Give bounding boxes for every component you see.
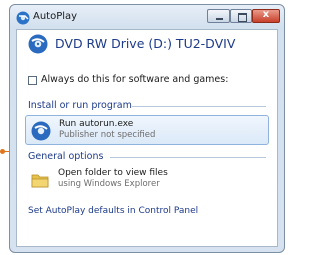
install-section-heading: Install or run program xyxy=(28,100,132,111)
run-program-option[interactable]: Run autorun.exe Publisher not specified xyxy=(25,115,269,145)
run-program-subtitle: Publisher not specified xyxy=(59,130,156,140)
program-icon xyxy=(31,121,51,141)
control-panel-link[interactable]: Set AutoPlay defaults in Control Panel xyxy=(28,206,198,216)
autoplay-window: AutoPlay x DVD RW Drive (D:) TU2-DVIV Al… xyxy=(9,4,285,253)
section-divider xyxy=(132,106,266,107)
minimize-button[interactable] xyxy=(207,9,230,23)
maximize-button[interactable] xyxy=(230,9,252,23)
title-bar[interactable]: AutoPlay x xyxy=(10,5,284,29)
general-section-heading: General options xyxy=(28,151,104,162)
always-do-this-checkbox[interactable] xyxy=(28,76,37,85)
close-icon: x xyxy=(262,9,270,20)
open-folder-subtitle: using Windows Explorer xyxy=(58,179,160,189)
open-folder-option[interactable]: Open folder to view files using Windows … xyxy=(25,165,269,195)
open-folder-title: Open folder to view files xyxy=(58,168,168,178)
close-button[interactable]: x xyxy=(252,9,280,23)
disc-drive-icon xyxy=(28,34,48,54)
window-title: AutoPlay xyxy=(33,11,78,22)
run-program-title: Run autorun.exe xyxy=(59,119,134,129)
folder-icon xyxy=(31,174,49,188)
checkbox-label: Always do this for software and games: xyxy=(41,74,229,85)
autoplay-icon xyxy=(16,11,30,25)
section-divider xyxy=(110,157,266,158)
drive-name: DVD RW Drive (D:) TU2-DVIV xyxy=(55,36,236,51)
content-pane: DVD RW Drive (D:) TU2-DVIV Always do thi… xyxy=(16,29,278,247)
